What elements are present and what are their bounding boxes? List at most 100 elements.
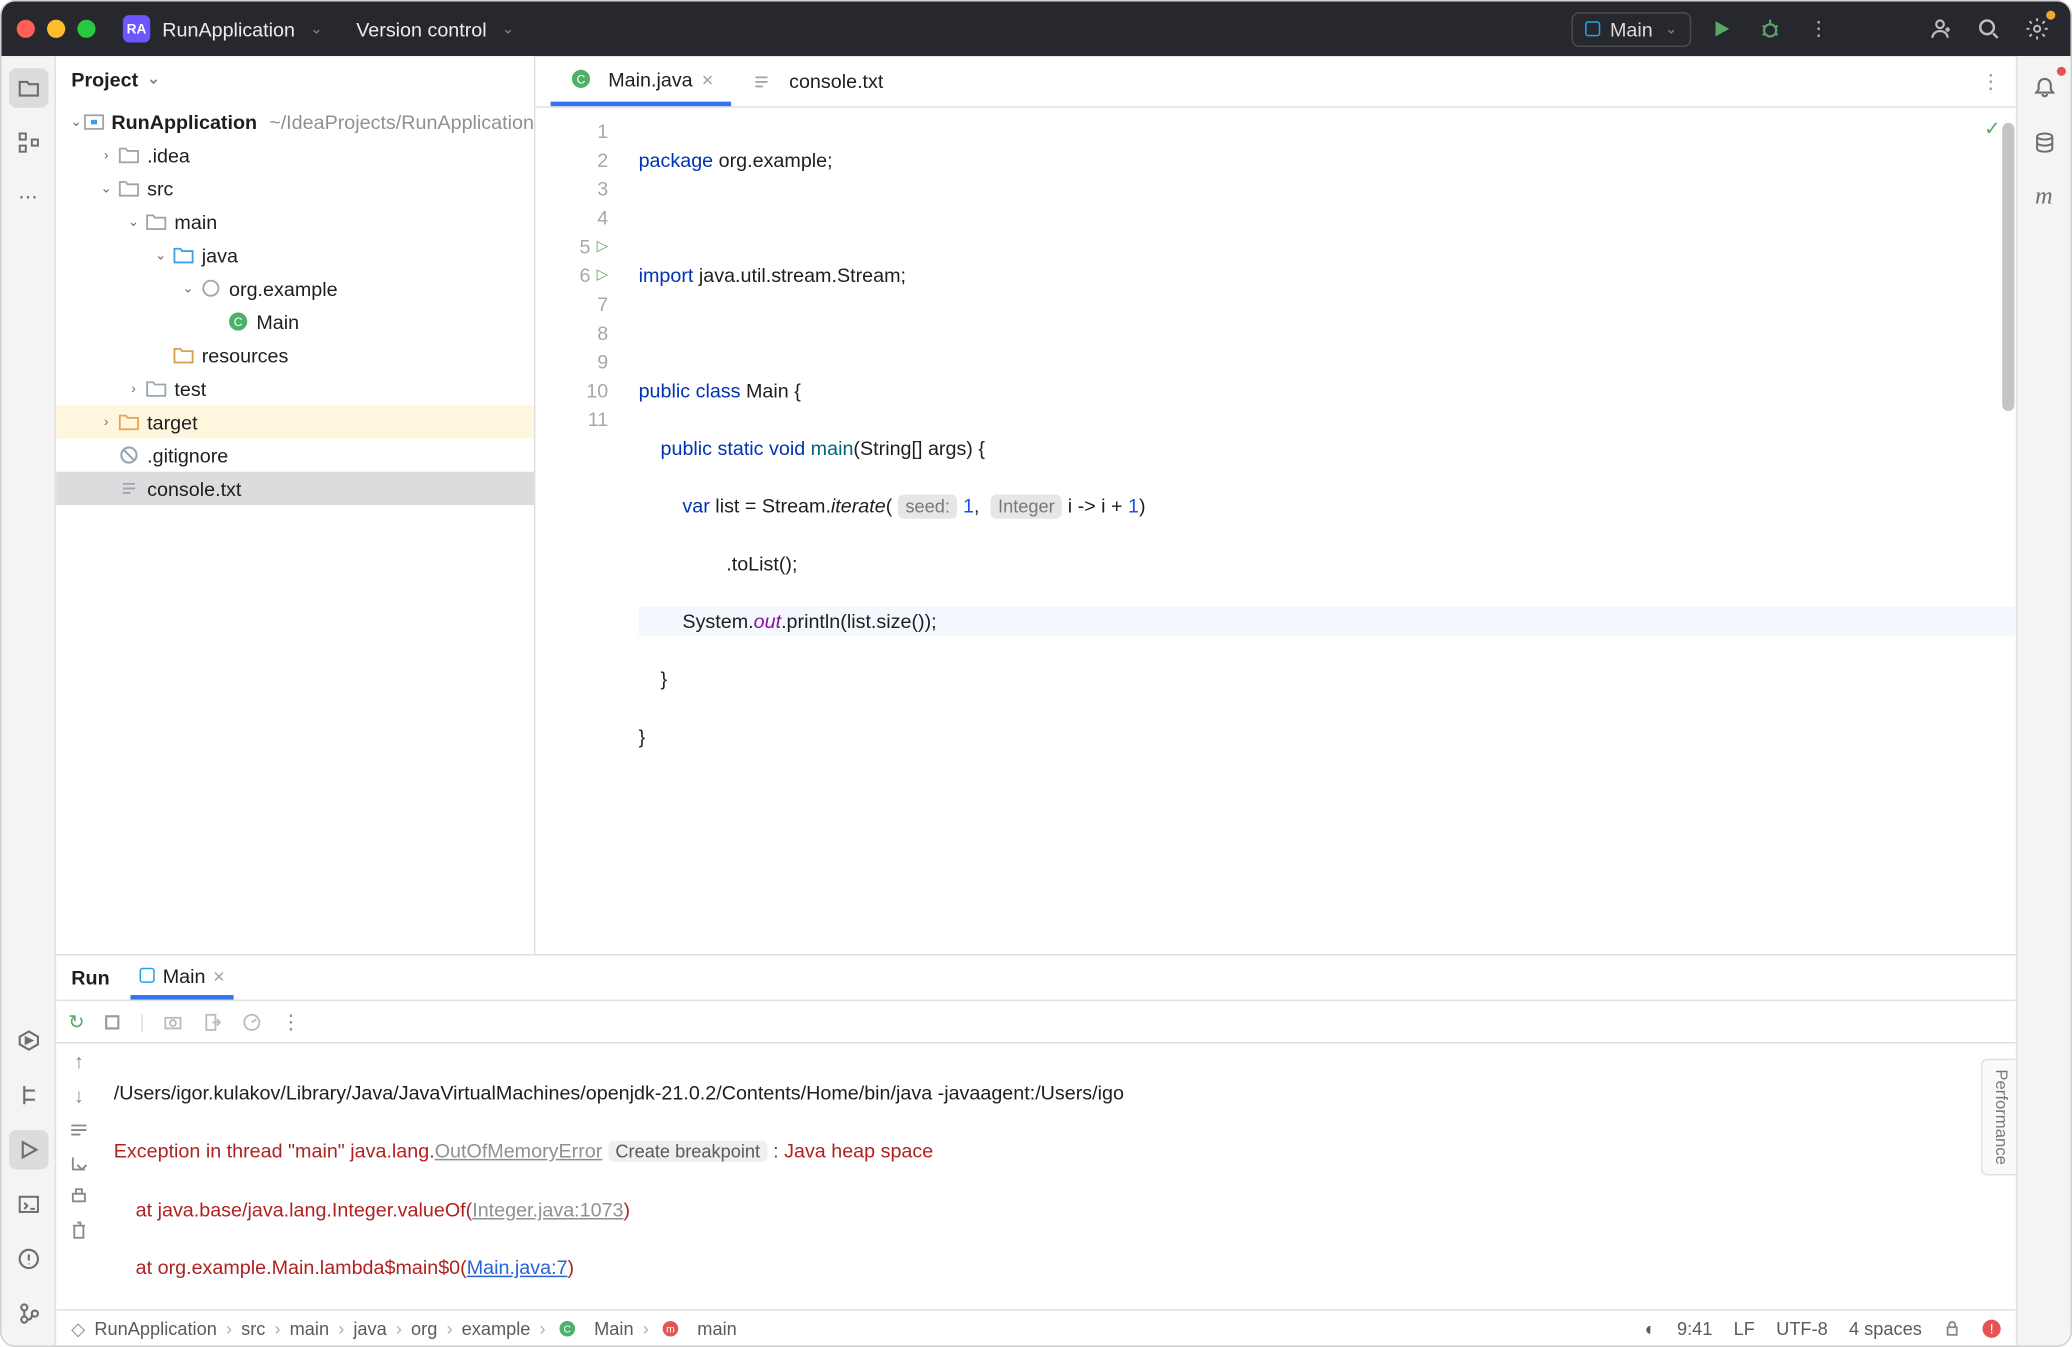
theme-toggle[interactable]: ◐: [1645, 1317, 1656, 1338]
expand-icon[interactable]: ›: [123, 381, 144, 396]
breadcrumb[interactable]: RunApplication: [94, 1317, 216, 1338]
performance-tab[interactable]: Performance: [1981, 1059, 2016, 1176]
tree-item[interactable]: ⌄ org.example: [56, 272, 534, 305]
project-name[interactable]: RunApplication: [162, 17, 295, 40]
expand-icon[interactable]: ⌄: [123, 213, 144, 230]
rerun-button[interactable]: ↻: [68, 1009, 85, 1033]
settings-icon[interactable]: [2019, 11, 2055, 47]
chevron-down-icon[interactable]: ⌄: [310, 20, 323, 37]
more-actions-icon[interactable]: ⋮: [1800, 11, 1836, 47]
breadcrumb[interactable]: main: [697, 1317, 736, 1338]
tab-console-txt[interactable]: console.txt: [731, 56, 901, 106]
breadcrumb[interactable]: java: [353, 1317, 386, 1338]
problems-tool-button[interactable]: [8, 1239, 47, 1278]
tree-label: .idea: [147, 143, 190, 166]
database-button[interactable]: [2024, 123, 2063, 162]
run-gutter-icon[interactable]: ▷: [597, 261, 609, 290]
project-icon[interactable]: RA: [123, 15, 150, 42]
create-breakpoint-button[interactable]: Create breakpoint: [608, 1141, 768, 1162]
tree-item[interactable]: resources: [56, 338, 534, 371]
status-eol[interactable]: LF: [1734, 1317, 1755, 1338]
tree-item[interactable]: ⌄ src: [56, 171, 534, 204]
tab-main-java[interactable]: C Main.java ×: [551, 56, 732, 106]
tree-item[interactable]: C Main: [56, 305, 534, 338]
tab-more-icon[interactable]: ⋮: [1966, 56, 2016, 106]
readonly-toggle[interactable]: [1943, 1319, 1961, 1337]
tree-item[interactable]: › .idea: [56, 138, 534, 171]
search-icon[interactable]: [1970, 11, 2006, 47]
breadcrumb[interactable]: main: [290, 1317, 329, 1338]
chevron-down-icon: ⌄: [1665, 20, 1678, 37]
debug-button[interactable]: [1752, 11, 1788, 47]
notifications-button[interactable]: [2024, 68, 2063, 107]
maven-button[interactable]: m: [2024, 177, 2063, 216]
expand-icon[interactable]: ›: [96, 147, 117, 162]
tree-item[interactable]: ⌄ main: [56, 205, 534, 238]
tree-item[interactable]: console.txt: [56, 472, 534, 505]
breadcrumb[interactable]: org: [411, 1317, 437, 1338]
expand-icon[interactable]: ⌄: [96, 180, 117, 197]
more-tool-button[interactable]: ⋯: [8, 177, 47, 216]
screenshot-button[interactable]: [163, 1011, 184, 1032]
console-output[interactable]: /Users/igor.kulakov/Library/Java/JavaVir…: [102, 1044, 2016, 1309]
run-button[interactable]: [1703, 11, 1739, 47]
minimize-window[interactable]: [47, 20, 65, 38]
terminal-tool-button[interactable]: [8, 1185, 47, 1224]
stop-button[interactable]: [103, 1012, 121, 1030]
exit-button[interactable]: [202, 1011, 223, 1032]
close-window[interactable]: [17, 20, 35, 38]
tree-item[interactable]: ⌄ java: [56, 238, 534, 271]
more-icon[interactable]: ⋮: [281, 1009, 301, 1033]
services-tool-button[interactable]: [8, 1021, 47, 1060]
vcs-tool-button[interactable]: [8, 1294, 47, 1333]
profiler-button[interactable]: [242, 1011, 263, 1032]
status-indent[interactable]: 4 spaces: [1849, 1317, 1922, 1338]
tree-item[interactable]: .gitignore: [56, 438, 534, 471]
vcs-menu[interactable]: Version control: [356, 17, 486, 40]
run-tool-button[interactable]: [8, 1130, 47, 1169]
status-error-icon[interactable]: !: [1983, 1319, 2001, 1337]
tree-item[interactable]: › target: [56, 405, 534, 438]
print-button[interactable]: [68, 1186, 89, 1207]
tree-label: .gitignore: [147, 444, 228, 467]
editor-scrollbar[interactable]: [2002, 123, 2014, 411]
down-stack-button[interactable]: ↓: [74, 1085, 84, 1108]
expand-icon[interactable]: ⌄: [68, 113, 84, 130]
structure-tool-button[interactable]: [8, 123, 47, 162]
project-panel-title: Project: [71, 67, 138, 90]
maximize-window[interactable]: [77, 20, 95, 38]
tree-root[interactable]: ⌄ RunApplication ~/IdeaProjects/RunAppli…: [56, 105, 534, 138]
tree-item[interactable]: › test: [56, 372, 534, 405]
breadcrumb[interactable]: src: [241, 1317, 265, 1338]
close-tab-icon[interactable]: ×: [213, 964, 225, 987]
run-config-selector[interactable]: Main ⌄: [1572, 11, 1691, 46]
up-stack-button[interactable]: ↑: [74, 1050, 84, 1073]
run-tab-main[interactable]: Main ×: [131, 956, 234, 998]
scroll-end-button[interactable]: [68, 1153, 89, 1174]
run-gutter-icon[interactable]: ▷: [597, 232, 609, 261]
soft-wrap-button[interactable]: [68, 1119, 89, 1140]
expand-icon[interactable]: ⌄: [177, 280, 198, 297]
code-editor[interactable]: 1 2 3 4 5▷ 6▷ 7 8 9 10 11 package: [535, 108, 2015, 954]
bookmarks-tool-button[interactable]: [8, 1075, 47, 1114]
project-panel-header[interactable]: Project ⌄: [56, 56, 534, 102]
close-tab-icon[interactable]: ×: [702, 67, 714, 90]
expand-icon[interactable]: ›: [96, 414, 117, 429]
status-encoding[interactable]: UTF-8: [1776, 1317, 1828, 1338]
line-number: 8: [597, 319, 608, 348]
status-bar: ◇ RunApplication› src› main› java› org› …: [56, 1309, 2016, 1345]
status-time[interactable]: 9:41: [1677, 1317, 1712, 1338]
nav-target-icon[interactable]: ◇: [71, 1317, 85, 1338]
clear-button[interactable]: [68, 1220, 89, 1241]
tree-label: java: [202, 243, 238, 266]
breadcrumb[interactable]: example: [462, 1317, 531, 1338]
tree-label: resources: [202, 344, 289, 367]
chevron-down-icon[interactable]: ⌄: [502, 20, 515, 37]
code-with-me-icon[interactable]: [1922, 11, 1958, 47]
inspections-ok-icon[interactable]: ✓: [1984, 117, 2001, 141]
right-tool-rail: m: [2016, 56, 2071, 1345]
expand-icon[interactable]: ⌄: [150, 246, 171, 263]
project-tool-button[interactable]: [8, 68, 47, 107]
breadcrumb[interactable]: Main: [594, 1317, 633, 1338]
code-content[interactable]: package org.example; import java.util.st…: [617, 108, 2016, 954]
